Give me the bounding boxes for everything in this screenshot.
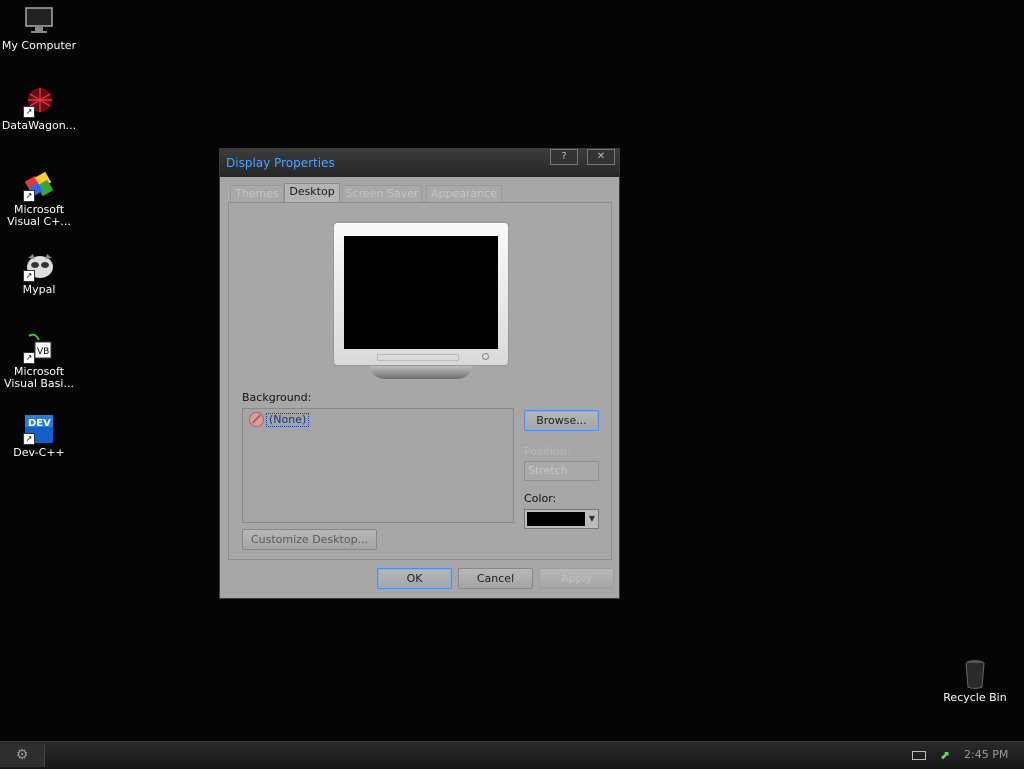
start-button[interactable]: ⚙ (0, 744, 45, 767)
cancel-button[interactable]: Cancel (458, 568, 533, 589)
color-swatch (527, 512, 585, 526)
position-select[interactable]: Stretch (524, 461, 599, 481)
my-computer-icon (23, 6, 55, 38)
devcpp-icon: DEV ↗ (23, 413, 55, 445)
shortcut-arrow-icon: ↗ (23, 190, 35, 202)
desktop-icon-my-computer[interactable]: My Computer (0, 6, 79, 52)
dialog-title: Display Properties (226, 156, 335, 170)
ok-button[interactable]: OK (377, 568, 452, 589)
monitor-preview (333, 222, 509, 382)
monitor-power-icon (482, 353, 489, 360)
visual-basic-icon: VB ↗ (23, 332, 55, 364)
tab-themes[interactable]: Themes (230, 185, 284, 203)
desktop-icon-label: Mypal (22, 283, 56, 296)
background-list-item[interactable]: (None) (249, 412, 310, 427)
taskbar-clock[interactable]: 2:45 PM (964, 748, 1008, 761)
datawagon-icon: ↗ (23, 86, 55, 118)
desktop-icon-visual-basic[interactable]: VB ↗ Microsoft Visual Basi... (0, 332, 79, 390)
visual-cpp-icon: ↗ (23, 170, 55, 202)
dialog-titlebar[interactable]: Display Properties ? ✕ (220, 149, 619, 177)
svg-text:DEV: DEV (28, 418, 51, 429)
keyboard-icon[interactable] (912, 751, 926, 760)
desktop-icon-mypal[interactable]: ↗ Mypal (0, 250, 79, 296)
desktop-icon-label: Dev-C++ (13, 446, 65, 459)
desktop-tab-panel: Background: (None) Browse... Position: S… (228, 202, 612, 560)
browse-button[interactable]: Browse... (524, 410, 599, 431)
desktop-icon-devcpp[interactable]: DEV ↗ Dev-C++ (0, 413, 79, 459)
recycle-bin-icon (959, 658, 991, 690)
shortcut-arrow-icon: ↗ (23, 433, 35, 445)
start-icon: ⚙ (15, 747, 29, 763)
apply-button[interactable]: Apply (539, 568, 614, 589)
monitor-bezel (333, 222, 509, 366)
monitor-slot (377, 354, 459, 361)
shortcut-arrow-icon: ↗ (23, 270, 35, 282)
background-item-label: (None) (266, 412, 310, 427)
background-label: Background: (242, 391, 312, 404)
close-button[interactable]: ✕ (587, 149, 615, 165)
background-list[interactable]: (None) (242, 408, 514, 523)
customize-desktop-button[interactable]: Customize Desktop... (242, 529, 377, 550)
tab-screen-saver[interactable]: Screen Saver (342, 185, 422, 203)
none-icon (249, 412, 264, 427)
tab-desktop[interactable]: Desktop (284, 183, 340, 203)
desktop-icon-recycle-bin[interactable]: Recycle Bin (935, 658, 1015, 704)
monitor-screen (344, 236, 498, 349)
desktop-icon-label-line2: Visual Basi... (4, 377, 74, 390)
taskbar: ⚙ ⬈ 2:45 PM (0, 741, 1024, 769)
desktop-icon-label: Recycle Bin (943, 691, 1007, 704)
desktop-icon-label: My Computer (1, 39, 77, 52)
shortcut-arrow-icon: ↗ (23, 106, 35, 118)
shortcut-arrow-icon: ↗ (23, 352, 35, 364)
color-picker[interactable]: ▼ (524, 509, 599, 529)
network-icon[interactable]: ⬈ (940, 748, 954, 762)
display-properties-dialog: Display Properties ? ✕ Themes Desktop Sc… (219, 148, 620, 599)
tab-appearance[interactable]: Appearance (426, 185, 502, 203)
color-label: Color: (524, 492, 557, 505)
dropdown-arrow-icon: ▼ (588, 514, 596, 523)
desktop-icon-label-line2: Visual C+... (7, 215, 71, 228)
desktop-icon-visual-cpp[interactable]: ↗ Microsoft Visual C+... (0, 170, 79, 228)
svg-text:VB: VB (37, 347, 49, 357)
mypal-icon: ↗ (23, 250, 55, 282)
position-label: Position: (524, 445, 571, 458)
desktop-icon-datawagon[interactable]: ↗ DataWagon... (0, 86, 79, 132)
desktop-icon-label: DataWagon... (1, 119, 77, 132)
help-button[interactable]: ? (550, 149, 578, 165)
